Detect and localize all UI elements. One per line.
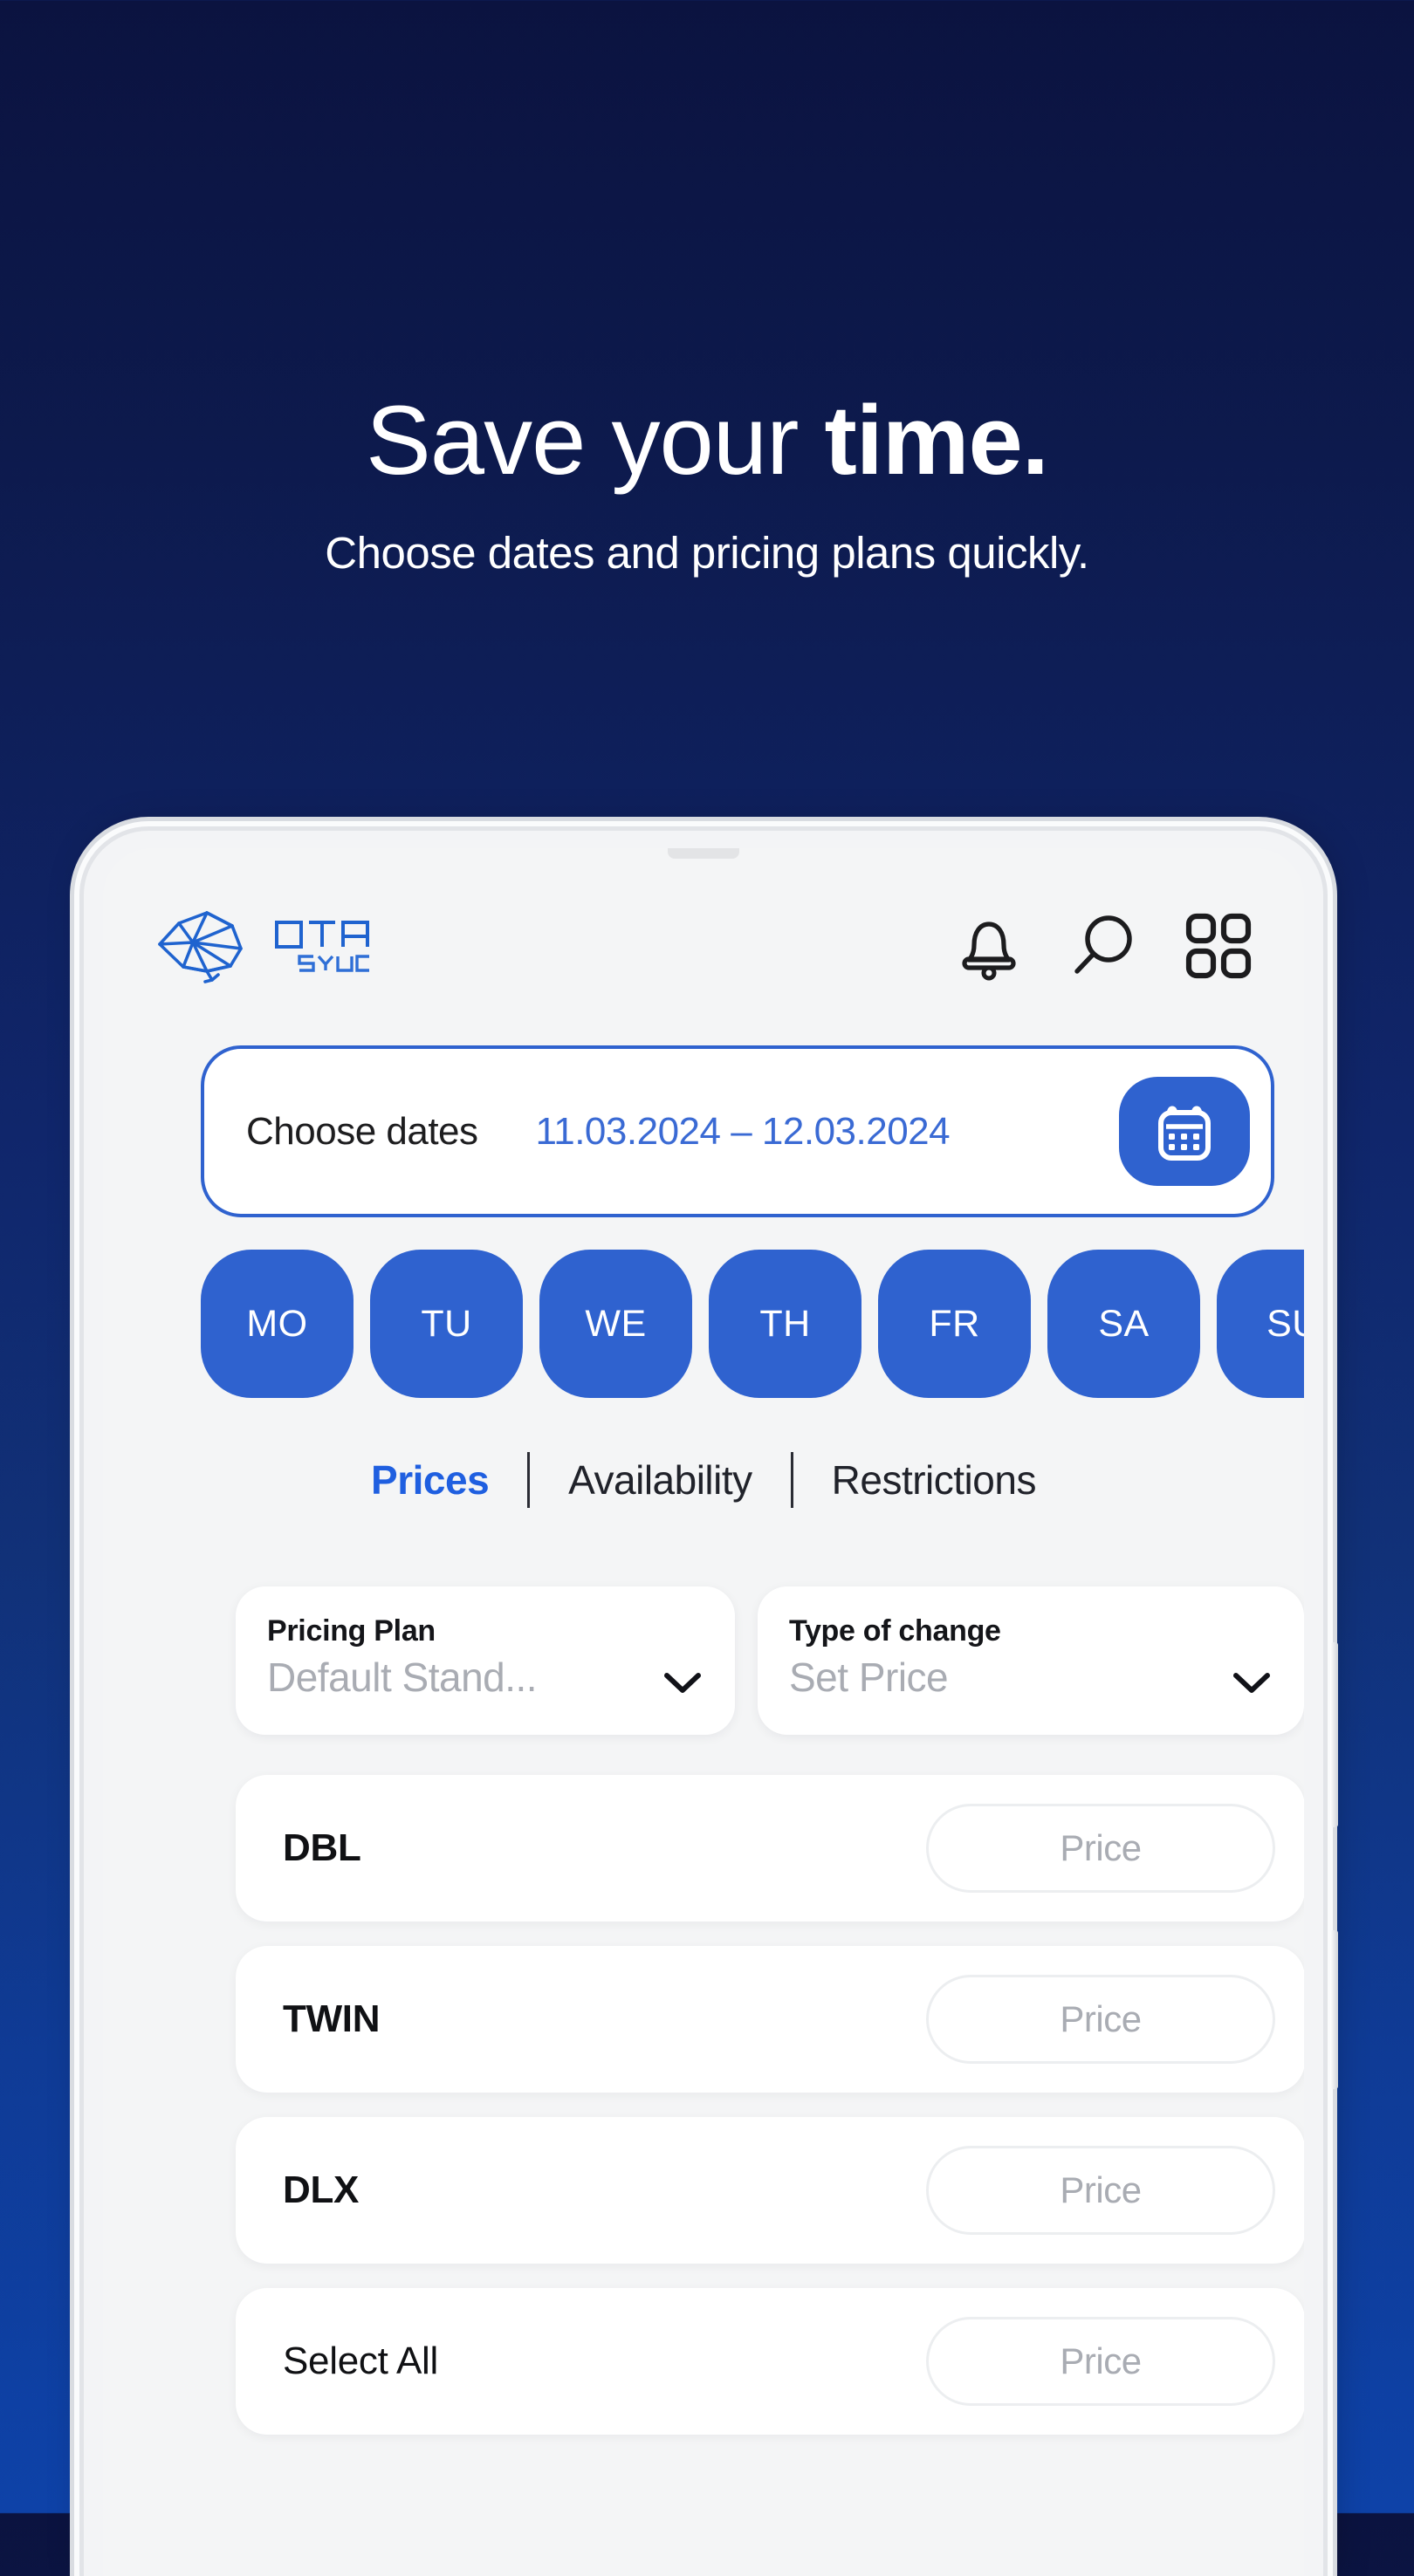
tab-prices[interactable]: Prices: [333, 1456, 527, 1504]
room-type-label: DLX: [283, 2168, 360, 2211]
table-row[interactable]: Select All Price: [236, 2288, 1304, 2435]
price-input[interactable]: Price: [926, 1975, 1275, 2064]
room-rate-list: DBL Price TWIN Price DLX Price Select All Price: [236, 1775, 1304, 2459]
brand-sync-text-icon: [298, 954, 369, 972]
page-title: Save your time.: [0, 390, 1414, 490]
notification-bell-icon[interactable]: [957, 910, 1021, 982]
table-row[interactable]: DBL Price: [236, 1775, 1304, 1922]
hero-section: Save your time. Choose dates and pricing…: [0, 0, 1414, 579]
brand-wordmark: [274, 920, 372, 973]
day-chip-we[interactable]: WE: [539, 1250, 692, 1398]
brand-logo[interactable]: [157, 908, 372, 983]
pricing-plan-label: Pricing Plan: [267, 1614, 436, 1648]
room-type-label: Select All: [283, 2340, 438, 2382]
day-chip-label: TH: [759, 1302, 811, 1345]
tab-availability[interactable]: Availability: [530, 1456, 790, 1504]
open-calendar-button[interactable]: [1119, 1077, 1250, 1186]
day-chip-label: FR: [929, 1302, 980, 1345]
chevron-down-icon: [1233, 1673, 1270, 1693]
day-chip-th[interactable]: TH: [709, 1250, 861, 1398]
room-type-label: DBL: [283, 1826, 361, 1869]
type-of-change-select[interactable]: Type of change Set Price: [758, 1586, 1304, 1735]
hero-subtitle: Choose dates and pricing plans quickly.: [325, 528, 1089, 579]
volume-button[interactable]: [1330, 1642, 1338, 1827]
price-input[interactable]: Price: [926, 2146, 1275, 2235]
chevron-down-icon: [664, 1673, 701, 1693]
phone-notch: [668, 848, 739, 859]
tab-restrictions[interactable]: Restrictions: [793, 1456, 1074, 1504]
day-chip-tu[interactable]: TU: [370, 1250, 523, 1398]
day-chip-label: SA: [1098, 1302, 1150, 1345]
day-chip-label: TU: [421, 1302, 472, 1345]
day-chip-fr[interactable]: FR: [878, 1250, 1031, 1398]
header-icon-group: [957, 910, 1253, 982]
day-chip-label: WE: [585, 1302, 647, 1345]
hero-title-accent: time.: [824, 386, 1048, 495]
price-input[interactable]: Price: [926, 2317, 1275, 2406]
table-row[interactable]: DLX Price: [236, 2117, 1304, 2264]
search-icon[interactable]: [1067, 910, 1138, 982]
day-chip-sa[interactable]: SA: [1047, 1250, 1200, 1398]
phone-mockup: Choose dates 11.03.2024 – 12.03.2024 MO …: [84, 831, 1338, 2576]
pricing-plan-select[interactable]: Pricing Plan Default Stand...: [236, 1586, 735, 1735]
room-type-label: TWIN: [283, 1997, 381, 2040]
day-chip-label: SU: [1266, 1302, 1304, 1345]
power-button[interactable]: [1330, 1930, 1338, 2089]
price-input[interactable]: Price: [926, 1804, 1275, 1893]
choose-dates-label: Choose dates: [246, 1109, 478, 1153]
table-row[interactable]: TWIN Price: [236, 1946, 1304, 2093]
type-of-change-label: Type of change: [789, 1614, 1001, 1648]
day-chip-su[interactable]: SU: [1217, 1250, 1304, 1398]
apps-grid-icon[interactable]: [1184, 911, 1253, 981]
section-tabs: Prices Availability Restrictions: [103, 1435, 1304, 1525]
hero-title-normal: Save your: [366, 386, 825, 495]
weekday-selector: MO TU WE TH FR SA SU: [201, 1250, 1304, 1398]
phone-screen: Choose dates 11.03.2024 – 12.03.2024 MO …: [103, 848, 1304, 2576]
pricing-plan-value: Default Stand...: [267, 1655, 538, 1700]
day-chip-label: MO: [246, 1302, 308, 1345]
app-header: [103, 888, 1304, 1004]
type-of-change-value: Set Price: [789, 1655, 949, 1700]
brand-ota-text-icon: [275, 920, 369, 949]
calendar-icon: [1158, 1106, 1211, 1161]
day-chip-mo[interactable]: MO: [201, 1250, 354, 1398]
date-range-picker[interactable]: Choose dates 11.03.2024 – 12.03.2024: [201, 1045, 1274, 1217]
selected-date-range: 11.03.2024 – 12.03.2024: [535, 1109, 951, 1153]
otasync-brain-logo-icon: [158, 911, 243, 983]
filter-selects: Pricing Plan Default Stand... Type of ch…: [236, 1586, 1304, 1735]
